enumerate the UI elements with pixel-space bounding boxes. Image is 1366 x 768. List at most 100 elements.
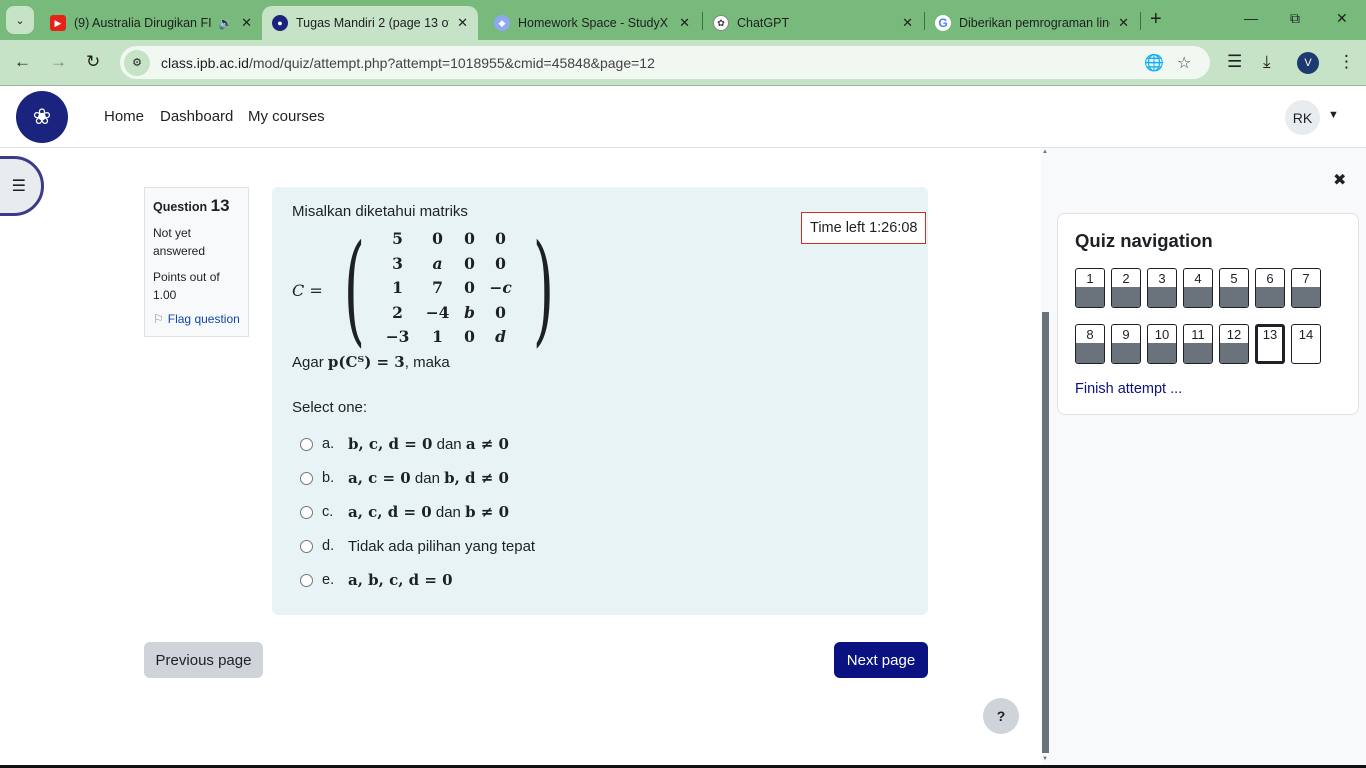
question-number: Question 13 [153, 196, 240, 216]
quiz-nav-question-button[interactable]: 13 [1255, 324, 1285, 364]
media-control-icon[interactable]: ☰ [1227, 52, 1242, 72]
quiz-nav-question-button[interactable]: 10 [1147, 324, 1177, 364]
close-window-button[interactable]: ✕ [1336, 10, 1348, 27]
reload-icon[interactable]: ↻ [86, 52, 100, 72]
answered-indicator [1184, 343, 1212, 363]
answer-option[interactable]: c. a, c, d = 0 dan b ≠ 0 [300, 495, 535, 529]
new-tab-button[interactable]: + [1150, 8, 1162, 31]
browser-tab[interactable]: ▶ (9) Australia Dirugikan FI 🔉 ✕ [40, 6, 262, 40]
help-button[interactable]: ? [983, 698, 1019, 734]
browser-tab-strip: ⌄ ▶ (9) Australia Dirugikan FI 🔉 ✕ ● Tug… [0, 0, 1366, 40]
quiz-navigation-block: Quiz navigation 1 2 3 4 5 6 7 8 9 10 11 12 13 14 Fini… [1057, 213, 1359, 415]
previous-page-button[interactable]: Previous page [144, 642, 263, 678]
quiz-nav-question-button[interactable]: 12 [1219, 324, 1249, 364]
answer-letter: e. [322, 572, 335, 588]
tab-search-button[interactable]: ⌄ [6, 6, 34, 34]
answer-connector: dan [431, 504, 466, 521]
close-tab-icon[interactable]: ✕ [241, 15, 252, 31]
scrollbar-thumb[interactable] [1042, 312, 1049, 753]
quiz-navigation-title: Quiz navigation [1075, 230, 1213, 251]
close-drawer-icon[interactable]: ✖ [1333, 170, 1346, 190]
answered-indicator [1292, 287, 1320, 307]
radio-button[interactable] [300, 573, 313, 587]
nav-dashboard[interactable]: Dashboard [160, 108, 233, 125]
close-tab-icon[interactable]: ✕ [1118, 15, 1129, 31]
site-info-icon[interactable]: ⚙ [124, 49, 150, 76]
translate-icon[interactable]: 🌐 [1144, 53, 1164, 73]
select-one-prompt: Select one: [292, 399, 368, 416]
chevron-down-icon[interactable]: ▼ [1328, 109, 1339, 121]
answer-text: a, c, d = 0 dan b ≠ 0 [348, 503, 509, 521]
menu-dots-icon[interactable]: ⋮ [1338, 52, 1355, 72]
nav-my-courses[interactable]: My courses [248, 108, 325, 125]
radio-button[interactable] [300, 437, 313, 451]
youtube-icon: ▶ [50, 15, 66, 31]
flag-label: Flag question [167, 312, 240, 326]
back-icon[interactable]: ← [14, 52, 31, 72]
browser-tab[interactable]: G Diberikan pemrograman line ✕ [925, 6, 1139, 40]
scroll-down-icon[interactable]: ▼ [1042, 756, 1048, 762]
answer-options: a. b, c, d = 0 dan a ≠ 0 b. a, c = 0 dan b,… [300, 427, 535, 597]
quiz-nav-question-button[interactable]: 6 [1255, 268, 1285, 308]
radio-button[interactable] [300, 471, 313, 485]
speaker-icon[interactable]: 🔉 [218, 16, 233, 30]
question-button-number: 9 [1122, 327, 1130, 342]
answer-option[interactable]: b. a, c = 0 dan b, d ≠ 0 [300, 461, 535, 495]
question-content: Misalkan diketahui matriks Time left 1:2… [272, 187, 928, 615]
bookmark-star-icon[interactable]: ☆ [1177, 53, 1191, 73]
browser-tab-active[interactable]: ● Tugas Mandiri 2 (page 13 of ✕ [262, 6, 478, 40]
question-button-number: 13 [1262, 327, 1278, 342]
question-button-number: 6 [1266, 271, 1274, 286]
minimize-button[interactable]: — [1244, 10, 1258, 26]
quiz-nav-question-button[interactable]: 9 [1111, 324, 1141, 364]
question-button-number: 5 [1230, 271, 1238, 286]
quiz-nav-question-button[interactable]: 1 [1075, 268, 1105, 308]
finish-attempt-link[interactable]: Finish attempt ... [1075, 381, 1341, 397]
answer-text: a, c = 0 dan b, d ≠ 0 [348, 469, 509, 487]
quiz-nav-question-button[interactable]: 5 [1219, 268, 1249, 308]
matrix-cell: b [464, 302, 475, 322]
answer-math: a, c = 0 [348, 469, 411, 487]
quiz-nav-question-button[interactable]: 7 [1291, 268, 1321, 308]
matrix-cell: 0 [464, 327, 475, 346]
course-index-toggle[interactable]: ☰ [0, 156, 44, 216]
google-icon: G [935, 15, 951, 31]
answer-letter: d. [322, 538, 335, 554]
answer-letter: b. [322, 470, 335, 486]
radio-button[interactable] [300, 505, 313, 519]
close-tab-icon[interactable]: ✕ [457, 15, 468, 31]
browser-tab[interactable]: ◆ Homework Space - StudyX ✕ [484, 6, 700, 40]
answer-connector: dan [432, 436, 466, 453]
url-path: /mod/quiz/attempt.php?attempt=1018955&cm… [248, 54, 655, 71]
question-button-number: 10 [1154, 327, 1170, 342]
download-icon[interactable]: ⤓ [1263, 52, 1271, 72]
quiz-nav-question-button[interactable]: 14 [1291, 324, 1321, 364]
next-page-button[interactable]: Next page [834, 642, 928, 678]
answer-option[interactable]: d. Tidak ada pilihan yang tepat [300, 529, 535, 563]
restore-button[interactable]: ⧉ [1290, 10, 1300, 27]
forward-icon[interactable]: → [50, 52, 67, 72]
quiz-nav-question-button[interactable]: 8 [1075, 324, 1105, 364]
scroll-up-icon[interactable]: ▲ [1042, 149, 1048, 155]
radio-button[interactable] [300, 539, 313, 553]
close-tab-icon[interactable]: ✕ [902, 15, 913, 31]
ipb-logo[interactable]: ❀ [16, 91, 68, 143]
answer-math: a, b, c, d = 0 [348, 571, 453, 589]
quiz-nav-question-button[interactable]: 3 [1147, 268, 1177, 308]
question-button-number: 4 [1194, 271, 1202, 286]
avatar-initials: RK [1292, 109, 1313, 126]
user-avatar[interactable]: RK [1285, 100, 1320, 135]
quiz-nav-question-button[interactable]: 4 [1183, 268, 1213, 308]
profile-avatar[interactable]: V [1297, 52, 1319, 74]
quiz-nav-question-button[interactable]: 11 [1183, 324, 1213, 364]
answer-option[interactable]: a. b, c, d = 0 dan a ≠ 0 [300, 427, 535, 461]
condition-suffix: , maka [404, 354, 450, 371]
browser-tab[interactable]: ✿ ChatGPT ✕ [703, 6, 923, 40]
url-text[interactable]: class.ipb.ac.id/mod/quiz/attempt.php?att… [161, 55, 655, 71]
flag-question-link[interactable]: ⚐ Flag question [153, 312, 240, 326]
address-bar[interactable]: ⚙ class.ipb.ac.id/mod/quiz/attempt.php?a… [120, 46, 1210, 79]
nav-home[interactable]: Home [104, 108, 144, 125]
close-tab-icon[interactable]: ✕ [679, 15, 690, 31]
quiz-nav-question-button[interactable]: 2 [1111, 268, 1141, 308]
answer-option[interactable]: e. a, b, c, d = 0 [300, 563, 535, 597]
